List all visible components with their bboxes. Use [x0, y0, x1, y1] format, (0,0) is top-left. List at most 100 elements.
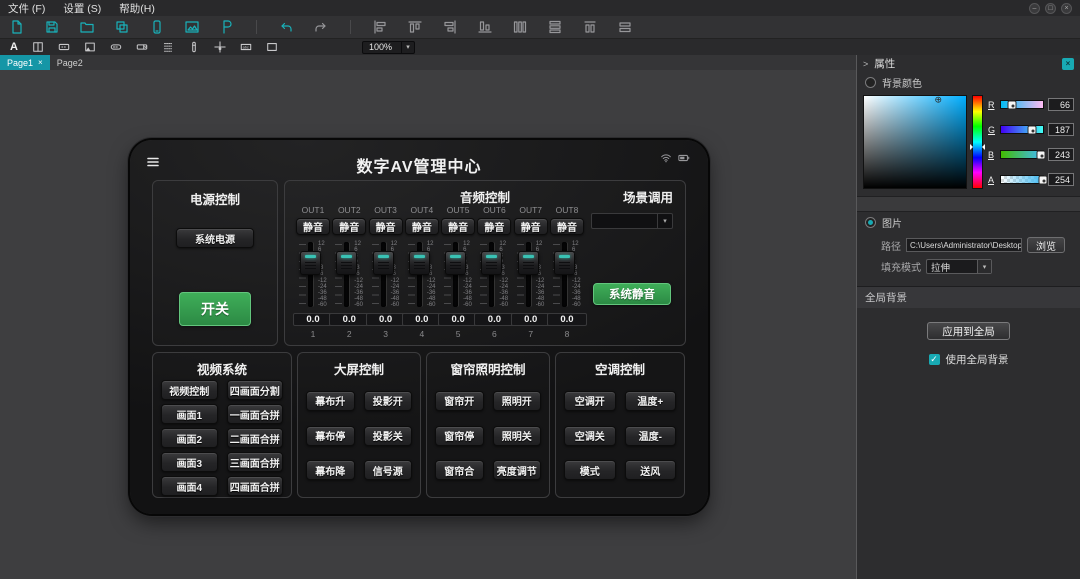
ac-button[interactable]: 温度+ [625, 391, 677, 411]
curtain-button[interactable]: 照明开 [493, 391, 542, 411]
path-input[interactable]: C:\Users\Administrator\Desktop\ [906, 238, 1022, 252]
fader-slider[interactable]: 12630-3-6-12-24-36-48-60 [549, 240, 585, 309]
ac-button[interactable]: 送风 [625, 460, 677, 480]
apply-global-button[interactable]: 应用到全局 [927, 322, 1010, 340]
device-icon[interactable] [150, 20, 164, 34]
export-image-icon[interactable] [185, 20, 199, 34]
slider-value[interactable]: 243 [1048, 148, 1074, 161]
scene-select[interactable]: ▾ [591, 213, 673, 229]
fader-slider[interactable]: 12630-3-6-12-24-36-48-60 [404, 240, 440, 309]
curtain-button[interactable]: 窗帘停 [435, 426, 484, 446]
mute-button[interactable]: 静音 [441, 218, 475, 235]
use-global-row[interactable]: 使用全局背景 [857, 352, 1080, 367]
fill-mode-select[interactable]: 拉伸 ▾ [926, 259, 992, 274]
mute-button[interactable]: 静音 [332, 218, 366, 235]
fader-slider[interactable]: 12630-3-6-12-24-36-48-60 [331, 240, 367, 309]
slider-value[interactable]: 66 [1048, 98, 1074, 111]
fader-knob[interactable] [518, 251, 539, 275]
align-top-icon[interactable] [408, 20, 422, 34]
ac-button[interactable]: 模式 [564, 460, 616, 480]
mute-button[interactable]: 静音 [514, 218, 548, 235]
fader-knob[interactable] [373, 251, 394, 275]
menu-item[interactable]: 帮助(H) [119, 1, 155, 16]
image-radio-row[interactable]: 图片 [857, 212, 1080, 233]
curtain-button[interactable]: 窗帘合 [435, 460, 484, 480]
chevron-down-icon[interactable]: ▾ [657, 214, 672, 228]
browse-button[interactable]: 浏览 [1027, 237, 1065, 253]
tab-page1[interactable]: Page1× [0, 55, 50, 70]
publish-icon[interactable] [220, 20, 234, 34]
video-button[interactable]: 视频控制 [161, 380, 218, 400]
align-bottom-icon[interactable] [478, 20, 492, 34]
minimize-button[interactable]: – [1029, 3, 1040, 14]
power-switch-button[interactable]: 开关 [179, 292, 251, 326]
mute-button[interactable]: 静音 [550, 218, 584, 235]
fader-slider[interactable]: 12630-3-6-12-24-36-48-60 [295, 240, 331, 309]
restore-button[interactable]: □ [1045, 3, 1056, 14]
panel-close-icon[interactable]: × [1062, 58, 1074, 70]
fader-knob[interactable] [554, 251, 575, 275]
ac-button[interactable]: 空调关 [564, 426, 616, 446]
fader-slider[interactable]: 12630-3-6-12-24-36-48-60 [513, 240, 549, 309]
grid-widget-icon[interactable] [162, 41, 174, 53]
system-mute-button[interactable]: 系统静音 [593, 283, 671, 305]
save-icon[interactable] [45, 20, 59, 34]
fader-knob[interactable] [336, 251, 357, 275]
slider-handle[interactable] [1038, 175, 1047, 184]
tab-page2[interactable]: Page2 [50, 55, 90, 70]
mute-button[interactable]: 静音 [296, 218, 330, 235]
video-button[interactable]: 二画面合拼 [227, 428, 284, 448]
device-panel[interactable]: 数字AV管理中心 电源控制 系统电源 开关 音频控制 场景调用 OUT1静音12 [130, 140, 708, 514]
system-power-button[interactable]: 系统电源 [176, 228, 254, 248]
textbox-widget-icon[interactable] [110, 41, 122, 53]
video-button[interactable]: 三画面合拼 [227, 452, 284, 472]
redo-icon[interactable] [314, 20, 328, 34]
paste-icon[interactable] [115, 20, 129, 34]
align-right-icon[interactable] [443, 20, 457, 34]
hamburger-menu-icon[interactable] [146, 155, 160, 174]
saturation-value-square[interactable]: ⊕ [863, 95, 967, 189]
page-split-icon[interactable] [32, 41, 44, 53]
screen-button[interactable]: 幕布升 [306, 391, 355, 411]
video-button[interactable]: 四画面合拼 [227, 476, 284, 496]
ac-button[interactable]: 温度- [625, 426, 677, 446]
video-button[interactable]: 画面1 [161, 404, 218, 424]
screen-button[interactable]: 投影开 [364, 391, 413, 411]
curtain-button[interactable]: 亮度调节 [493, 460, 542, 480]
color-crosshair-icon[interactable]: ⊕ [935, 96, 943, 105]
menu-item[interactable]: 文件 (F) [8, 1, 45, 16]
slider-value[interactable]: 187 [1048, 123, 1074, 136]
hue-slider[interactable] [972, 95, 983, 189]
bg-color-radio[interactable] [865, 77, 876, 88]
input-widget-icon[interactable]: abc [240, 41, 252, 53]
mute-button[interactable]: 静音 [477, 218, 511, 235]
r-slider[interactable] [1000, 100, 1044, 109]
new-file-icon[interactable] [10, 20, 24, 34]
g-slider[interactable] [1000, 125, 1044, 134]
fader-knob[interactable] [445, 251, 466, 275]
curtain-button[interactable]: 照明关 [493, 426, 542, 446]
align-left-icon[interactable] [373, 20, 387, 34]
chevron-down-icon[interactable]: ▾ [977, 260, 991, 273]
screen-button[interactable]: 投影关 [364, 426, 413, 446]
same-width-icon[interactable] [583, 20, 597, 34]
fader-slider[interactable]: 12630-3-6-12-24-36-48-60 [440, 240, 476, 309]
video-button[interactable]: 一画面合拼 [227, 404, 284, 424]
screen-button[interactable]: 幕布降 [306, 460, 355, 480]
button-widget-icon[interactable] [58, 41, 70, 53]
chevron-down-icon[interactable]: ▾ [401, 42, 414, 53]
bg-color-radio-row[interactable]: 背景颜色 [857, 72, 1080, 93]
screen-button[interactable]: 信号源 [364, 460, 413, 480]
curtain-button[interactable]: 窗帘开 [435, 391, 484, 411]
distribute-horizontal-icon[interactable] [513, 20, 527, 34]
undo-icon[interactable] [279, 20, 293, 34]
combo-widget-icon[interactable] [136, 41, 148, 53]
fader-knob[interactable] [481, 251, 502, 275]
video-button[interactable]: 四画面分割 [227, 380, 284, 400]
video-button[interactable]: 画面4 [161, 476, 218, 496]
distribute-vertical-icon[interactable] [548, 20, 562, 34]
menu-item[interactable]: 设置 (S) [63, 1, 101, 16]
checkbox-checked-icon[interactable] [929, 354, 940, 365]
zoom-select[interactable]: 100% ▾ [362, 41, 415, 54]
ac-button[interactable]: 空调开 [564, 391, 616, 411]
